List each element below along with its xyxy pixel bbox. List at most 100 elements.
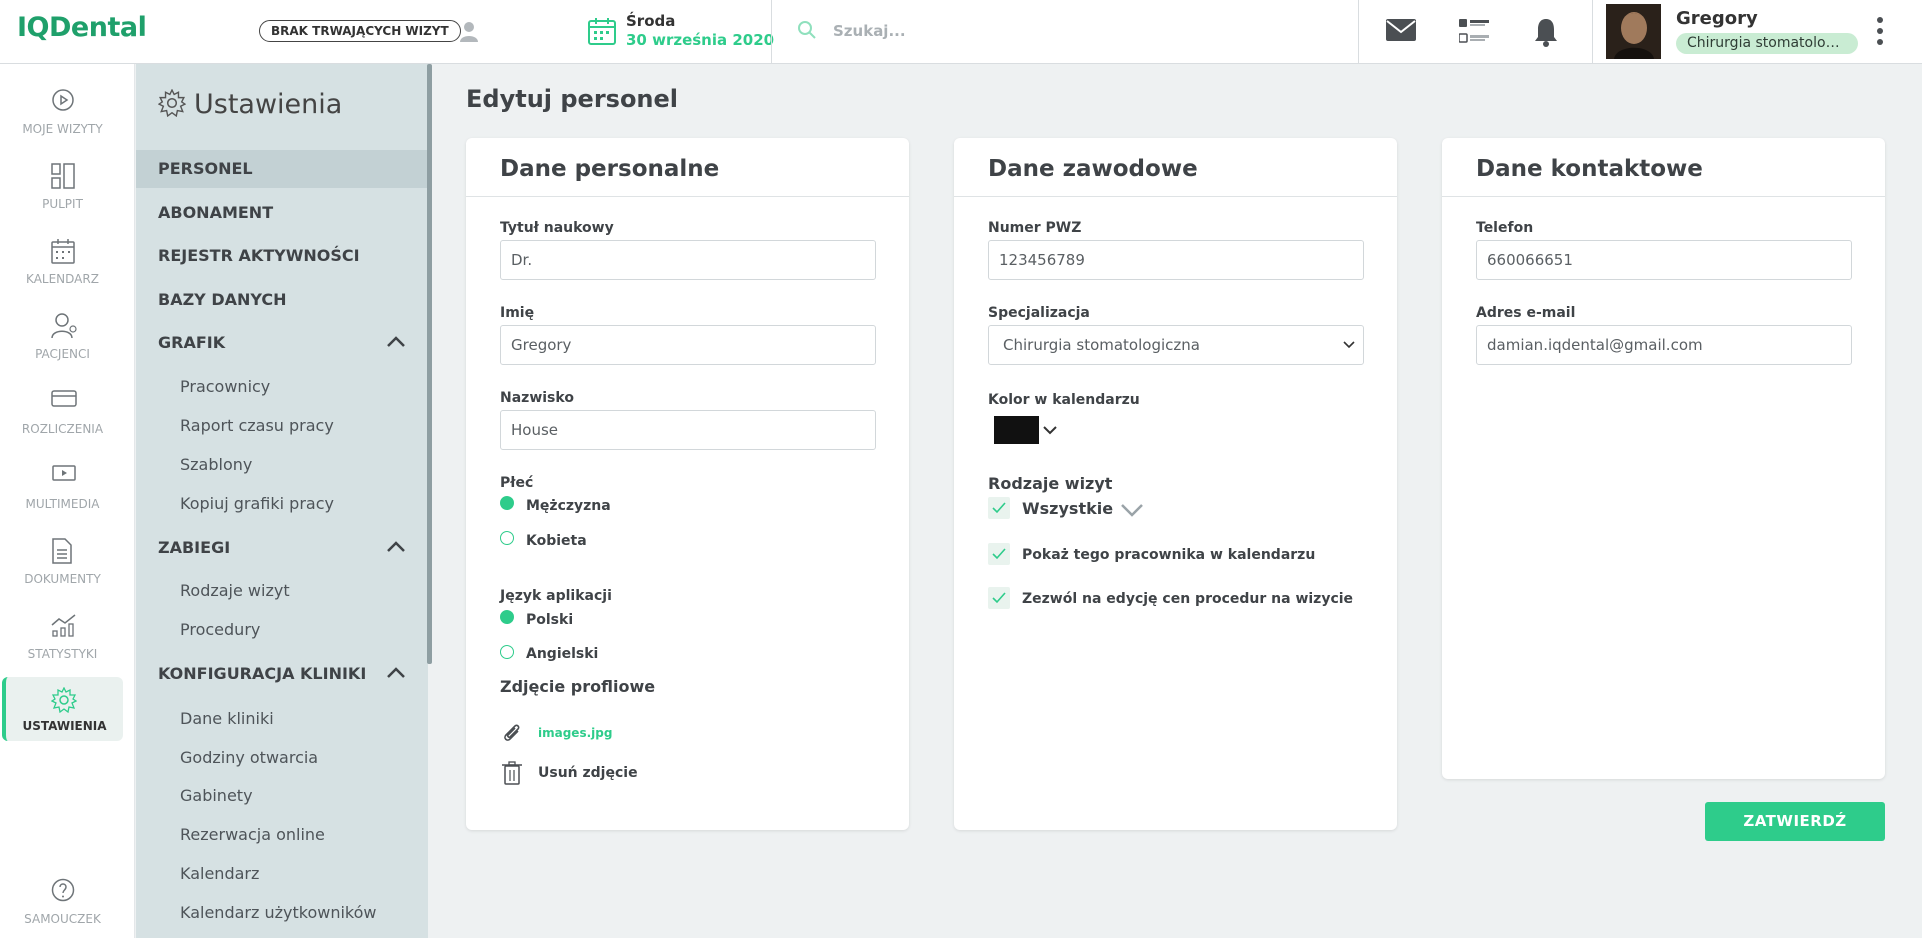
search-input[interactable] [831, 18, 1331, 44]
calendar-color-label: Kolor w kalendarzu [988, 392, 1140, 408]
nav-label: ROZLICZENIA [21, 422, 104, 436]
settings-section-bazy[interactable]: BAZY DANYCH [136, 281, 428, 319]
nav-dashboard[interactable]: PULPIT [2, 157, 123, 221]
phone-input[interactable]: 660066651 [1476, 240, 1852, 280]
bell-icon[interactable] [1534, 17, 1558, 51]
nav-label: MULTIMEDIA [25, 497, 100, 511]
tasks-icon[interactable] [1458, 17, 1489, 49]
settings-item-raport[interactable]: Raport czasu pracy [180, 416, 334, 435]
settings-item-kopiuj[interactable]: Kopiuj grafiki pracy [180, 494, 334, 513]
settings-item-kalendarz-uzytkownikow[interactable]: Kalendarz użytkowników [180, 903, 376, 922]
language-english-label[interactable]: Angielski [526, 646, 598, 662]
settings-item-gabinety[interactable]: Gabinety [180, 786, 253, 805]
nav-label: STATYSTYKI [27, 647, 98, 661]
settings-item-dane-kliniki[interactable]: Dane kliniki [180, 709, 274, 728]
mail-icon[interactable] [1386, 19, 1416, 45]
allow-price-edit-label[interactable]: Zezwól na edycję cen procedur na wizycie [1022, 591, 1353, 607]
card-header: Dane kontaktowe [1442, 138, 1885, 197]
divider [771, 0, 772, 64]
nav-label: SAMOUCZEK [24, 912, 101, 926]
confirm-button[interactable]: ZATWIERDŹ [1705, 802, 1885, 841]
settings-section-grafik[interactable]: GRAFIK [136, 324, 428, 362]
nav-my-visits[interactable]: MOJE WIZYTY [2, 82, 123, 146]
calendar-color-swatch[interactable] [994, 416, 1039, 444]
settings-item-godziny[interactable]: Godziny otwarcia [180, 748, 318, 767]
chevron-up-icon[interactable] [386, 541, 406, 553]
ongoing-visits-pill[interactable]: BRAK TRWAJĄCYCH WIZYT [259, 20, 461, 42]
chevron-up-icon[interactable] [386, 336, 406, 348]
chevron-down-icon[interactable] [1120, 503, 1144, 517]
card-title: Dane personalne [500, 156, 720, 182]
email-input[interactable]: damian.iqdental@gmail.com [1476, 325, 1852, 365]
settings-item-procedury[interactable]: Procedury [180, 620, 260, 639]
settings-scrollbar[interactable] [427, 64, 432, 664]
settings-section-abonament[interactable]: ABONAMENT [136, 194, 428, 232]
nav-settings[interactable]: USTAWIENIA [2, 677, 123, 741]
multimedia-icon [52, 465, 76, 481]
settings-section-rejestr[interactable]: REJESTR AKTYWNOŚCI [136, 237, 428, 275]
academic-title-input[interactable]: Dr. [500, 240, 876, 280]
gender-male-label[interactable]: Mężczyzna [526, 498, 611, 514]
gender-female-radio[interactable] [500, 531, 514, 545]
chevron-down-icon[interactable] [1043, 426, 1057, 435]
show-in-calendar-checkbox[interactable] [988, 543, 1010, 565]
nav-calendar[interactable]: KALENDARZ [2, 232, 123, 296]
language-polish-radio[interactable] [500, 610, 514, 624]
visit-types-checkbox[interactable] [988, 497, 1010, 519]
settings-section-personel[interactable]: PERSONEL [136, 150, 428, 188]
settings-title: Ustawienia [157, 88, 342, 120]
nav-label: PULPIT [42, 197, 83, 211]
settings-item-szablony[interactable]: Szablony [180, 455, 252, 474]
user-icon[interactable] [459, 20, 479, 46]
logo[interactable]: IQDental [17, 12, 147, 43]
remove-photo-button[interactable]: Usuń zdjęcie [538, 765, 638, 781]
specialization-select[interactable]: Chirurgia stomatologiczna [988, 325, 1364, 365]
language-english-radio[interactable] [500, 645, 514, 659]
nav-patients[interactable]: PACJENCI [2, 307, 123, 371]
nav-billing[interactable]: ROZLICZENIA [2, 382, 123, 446]
document-icon [52, 538, 72, 564]
show-in-calendar-label[interactable]: Pokaż tego pracownika w kalendarzu [1022, 547, 1315, 563]
settings-section-konfiguracja[interactable]: KONFIGURACJA KLINIKI [136, 655, 428, 693]
gender-male-radio[interactable] [500, 496, 514, 510]
academic-title-label: Tytuł naukowy [500, 220, 614, 236]
settings-item-pracownicy[interactable]: Pracownicy [180, 377, 270, 396]
settings-item-rezerwacja[interactable]: Rezerwacja online [180, 825, 325, 844]
card-header: Dane personalne [466, 138, 909, 197]
gender-female-label[interactable]: Kobieta [526, 533, 587, 549]
nav-statistics[interactable]: STATYSTYKI [2, 607, 123, 671]
page-title: Edytuj personel [466, 85, 679, 113]
language-polish-label[interactable]: Polski [526, 612, 573, 628]
first-name-input[interactable]: Gregory [500, 325, 876, 365]
pwz-label: Numer PWZ [988, 220, 1082, 236]
phone-label: Telefon [1476, 220, 1534, 236]
pwz-input[interactable]: 123456789 [988, 240, 1364, 280]
card-icon [51, 390, 77, 407]
paperclip-icon [504, 724, 520, 741]
profile-photo-file[interactable]: images.jpg [538, 726, 612, 740]
trash-icon[interactable] [502, 761, 522, 785]
visit-types-value[interactable]: Wszystkie [1022, 499, 1113, 518]
settings-section-zabiegi[interactable]: ZABIEGI [136, 529, 428, 567]
card-title: Dane zawodowe [988, 156, 1198, 182]
help-icon [51, 878, 75, 902]
profile-specialization-badge: Chirurgia stomatologiczna [1676, 33, 1858, 54]
settings-item-kalendarz[interactable]: Kalendarz [180, 864, 259, 883]
more-menu-icon[interactable] [1876, 16, 1884, 50]
stats-icon [51, 614, 76, 637]
nav-multimedia[interactable]: MULTIMEDIA [2, 457, 123, 521]
divider [1592, 0, 1593, 64]
profile-name[interactable]: Gregory [1676, 8, 1758, 29]
nav-tutorial[interactable]: SAMOUCZEK [2, 872, 123, 936]
divider [1358, 0, 1359, 64]
dashboard-icon [51, 163, 75, 189]
date: 30 września 2020 [626, 31, 775, 49]
last-name-input[interactable]: House [500, 410, 876, 450]
settings-item-rodzaje-wizyt[interactable]: Rodzaje wizyt [180, 581, 290, 600]
gender-label: Płeć [500, 475, 534, 491]
chevron-up-icon[interactable] [386, 667, 406, 679]
nav-documents[interactable]: DOKUMENTY [2, 532, 123, 596]
avatar[interactable] [1606, 4, 1661, 59]
profile-photo-label: Zdjęcie profliowe [500, 677, 656, 696]
allow-price-edit-checkbox[interactable] [988, 587, 1010, 609]
